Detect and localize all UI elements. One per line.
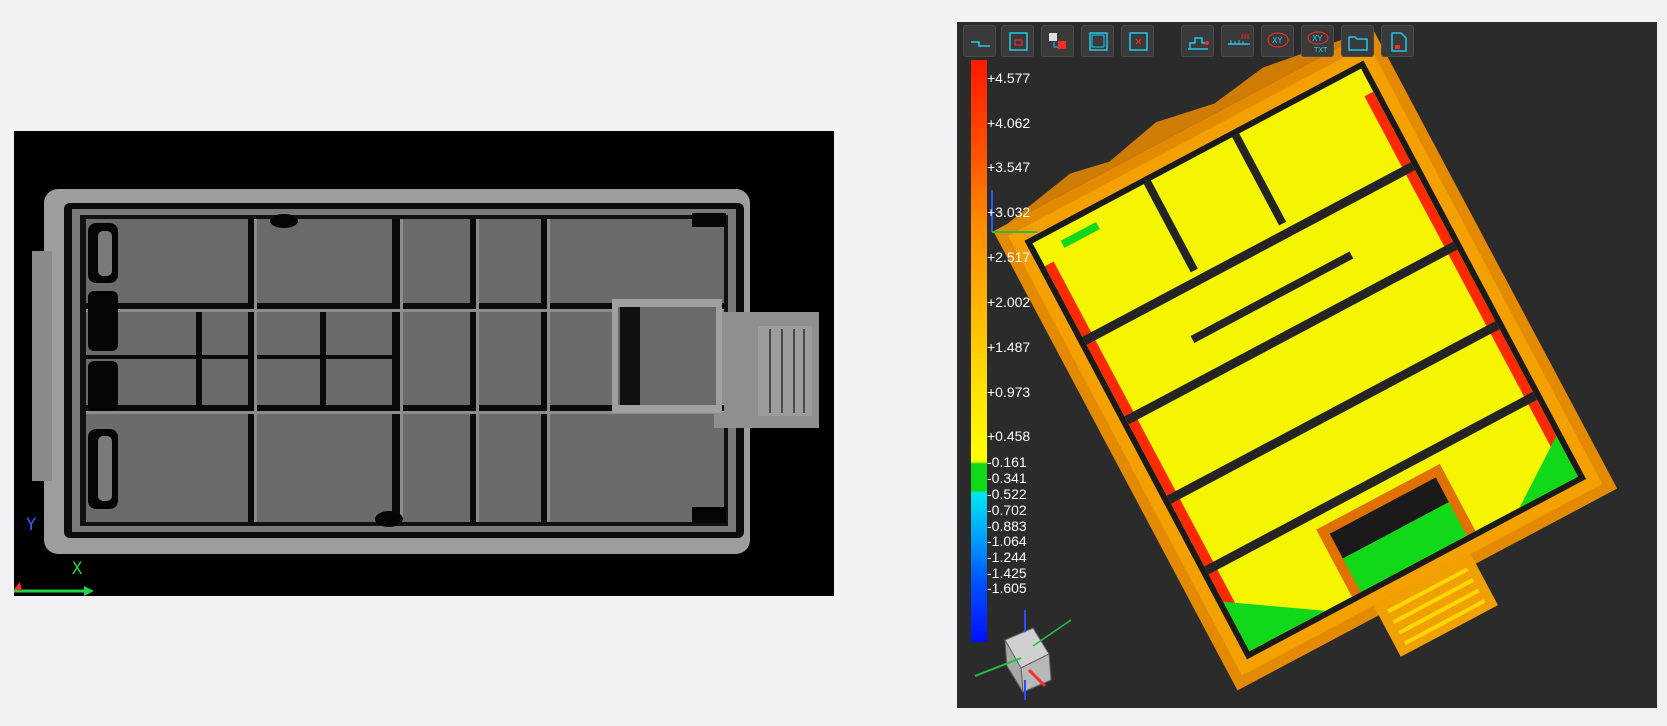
folder-tool-button[interactable] bbox=[1341, 25, 1374, 57]
scale-label: -0.883 bbox=[987, 518, 1027, 534]
scale-label: -1.064 bbox=[987, 533, 1027, 549]
grayscale-height-map[interactable]: Y X bbox=[14, 131, 834, 596]
scale-label: -1.244 bbox=[987, 549, 1027, 565]
box-icon bbox=[1009, 32, 1028, 51]
3d-point-cloud-viewer[interactable]: +4.577 +4.062 +3.547 +3.032 +2.517 +2.002 +1.4… bbox=[957, 22, 1657, 708]
folder-icon bbox=[1348, 36, 1368, 51]
scale-label: +0.973 bbox=[987, 384, 1031, 400]
box-tool-button[interactable] bbox=[1001, 25, 1034, 57]
scale-label: -0.522 bbox=[987, 486, 1027, 502]
scale-label: +1.487 bbox=[987, 339, 1031, 355]
scale-label: +2.517 bbox=[987, 249, 1031, 265]
file-tool-button[interactable] bbox=[1381, 25, 1414, 57]
xy-tool-button[interactable]: XY bbox=[1261, 25, 1294, 57]
point-cloud-scene[interactable] bbox=[957, 22, 1657, 708]
cross-box-icon bbox=[1129, 32, 1148, 51]
svg-text:XY: XY bbox=[1272, 36, 1282, 45]
corner-notch-bottom bbox=[692, 507, 726, 523]
frame-icon bbox=[1089, 32, 1108, 51]
x-axis-arrow bbox=[84, 586, 94, 596]
scale-label: +3.032 bbox=[987, 204, 1031, 220]
ruler-icon bbox=[1228, 34, 1250, 45]
scale-label: -1.425 bbox=[987, 565, 1027, 581]
color-scale-bar bbox=[971, 60, 987, 642]
orientation-cube bbox=[974, 610, 1072, 700]
scale-label: -0.702 bbox=[987, 502, 1027, 518]
frame-tool-button[interactable] bbox=[1081, 25, 1114, 57]
scale-label: -0.161 bbox=[987, 454, 1027, 470]
svg-text:TXT: TXT bbox=[1313, 46, 1328, 54]
scale-label: -0.341 bbox=[987, 470, 1027, 486]
left-edge-bevel bbox=[32, 251, 52, 481]
corner-notch-top bbox=[692, 213, 726, 227]
scale-label: -1.605 bbox=[987, 580, 1027, 596]
scale-label: +4.577 bbox=[987, 70, 1031, 86]
cross-box-tool-button[interactable] bbox=[1121, 25, 1154, 57]
scale-label: +0.458 bbox=[987, 428, 1031, 444]
step-measure-tool-button[interactable] bbox=[1181, 25, 1214, 57]
file-icon bbox=[1391, 32, 1407, 52]
x-axis-label: X bbox=[72, 559, 83, 579]
ruler-tool-button[interactable] bbox=[1221, 25, 1254, 57]
multi-box-tool-button[interactable] bbox=[1041, 25, 1074, 57]
multi-box-icon bbox=[1049, 33, 1066, 49]
scale-label: +2.002 bbox=[987, 294, 1031, 310]
grayscale-scan-image bbox=[14, 189, 819, 596]
profile-step-icon bbox=[971, 41, 990, 47]
tray-model bbox=[993, 29, 1618, 691]
top-notch bbox=[270, 214, 298, 228]
step-measure-icon bbox=[1188, 37, 1209, 50]
profile-tool-button[interactable] bbox=[963, 25, 996, 57]
scale-label: +4.062 bbox=[987, 115, 1031, 131]
bottom-notch bbox=[375, 511, 403, 527]
tray-floor-yellow bbox=[1032, 68, 1578, 652]
xy-icon: XY bbox=[1267, 32, 1289, 48]
scale-label: +3.547 bbox=[987, 159, 1031, 175]
y-axis-label: Y bbox=[26, 515, 37, 535]
inner-box-shadow bbox=[620, 307, 640, 405]
xy-txt-icon: XY TXT bbox=[1307, 31, 1329, 54]
svg-text:XY: XY bbox=[1312, 34, 1322, 43]
xy-txt-tool-button[interactable]: XY TXT bbox=[1301, 25, 1334, 57]
